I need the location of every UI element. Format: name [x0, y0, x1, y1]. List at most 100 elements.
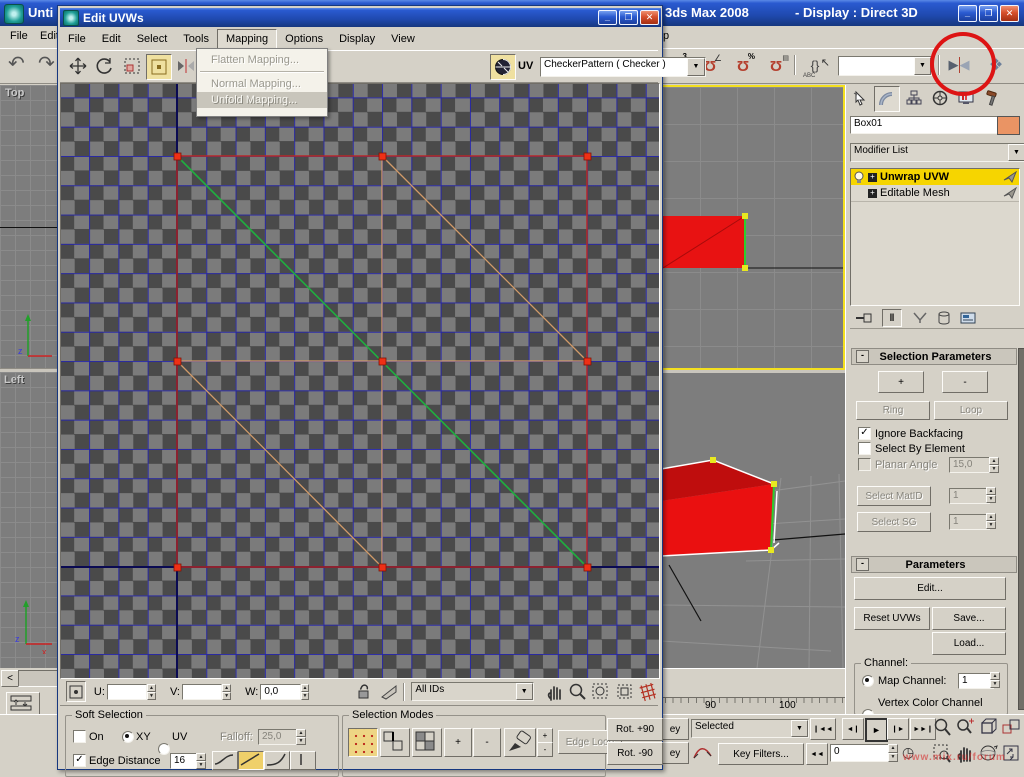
rotate-tool-icon[interactable] [92, 54, 116, 78]
all-ids-dropdown[interactable]: All IDs ▼ [411, 682, 533, 701]
menu-options[interactable]: Options [277, 30, 331, 48]
rotate-plus90-button[interactable]: Rot. +90 [607, 718, 663, 741]
face-mode-icon[interactable] [412, 728, 442, 757]
falloff-field[interactable]: 25,0 [258, 729, 300, 745]
planar-angle-spinner[interactable]: ▲▼ [989, 457, 999, 473]
zoom-icon[interactable] [567, 682, 587, 702]
frame-spinner[interactable]: ▲▼ [888, 744, 898, 762]
vertex-mode-icon[interactable] [348, 728, 378, 757]
mirror-selected-icon[interactable] [174, 54, 198, 78]
undo-icon[interactable]: ↶ [8, 51, 25, 76]
edge-distance-spinner[interactable]: ▲▼ [196, 753, 206, 768]
u-spinner[interactable]: ▲▼ [147, 684, 156, 700]
paint-size-minus-button[interactable]: - [537, 742, 553, 757]
edit-uvws-titlebar[interactable]: Edit UVWs _ ❐ ✕ [60, 8, 661, 27]
planar-angle-checkbox[interactable] [858, 458, 871, 471]
uv-wireframe[interactable] [61, 84, 659, 678]
main-close-button[interactable]: ✕ [1000, 5, 1019, 22]
filter-selected-faces-icon[interactable] [380, 683, 398, 701]
load-uvws-button[interactable]: Load... [932, 632, 1006, 655]
spinner-snap-icon[interactable]: Ω▤ [764, 53, 788, 77]
all-ids-arrow[interactable]: ▼ [516, 683, 533, 700]
planar-angle-field[interactable]: 15,0 [949, 457, 993, 473]
falloff-curve-linear-icon[interactable] [238, 751, 264, 770]
expand-selection-button[interactable]: + [444, 728, 472, 757]
named-selection-dropdown-arrow[interactable]: ▼ [914, 57, 931, 75]
menu-item-normal-mapping[interactable]: Normal Mapping... [197, 76, 327, 92]
modifier-pin-icon[interactable] [1003, 187, 1017, 199]
tab-utilities-icon[interactable] [980, 86, 1004, 110]
ignore-backfacing-checkbox[interactable]: ✓ [858, 427, 871, 440]
w-field[interactable]: 0,0 [260, 684, 300, 700]
show-map-icon[interactable] [490, 54, 516, 80]
menu-edit[interactable]: Edit [94, 30, 129, 48]
absolute-mode-icon[interactable] [66, 681, 86, 702]
viewport-top-label[interactable]: Top [5, 87, 24, 99]
rollout-parameters[interactable]: - Parameters [851, 556, 1017, 573]
select-matid-button[interactable]: Select MatID [857, 486, 931, 506]
uvws-minimize-button[interactable]: _ [598, 10, 617, 25]
redo-icon[interactable]: ↷ [38, 51, 55, 76]
stack-item-label[interactable]: Unwrap UVW [880, 171, 949, 183]
menu-select[interactable]: Select [129, 30, 176, 48]
timeline-scroll-left-button[interactable]: < [1, 670, 19, 687]
play-button[interactable]: ► [865, 718, 888, 742]
loop-button[interactable]: Loop [934, 401, 1008, 420]
timeline-scroll-track[interactable] [18, 670, 58, 687]
uv-radio[interactable] [158, 743, 170, 755]
menu-item-flatten-mapping[interactable]: Flatten Mapping... [197, 52, 327, 68]
collapse-icon[interactable]: - [856, 558, 869, 571]
menu-tools[interactable]: Tools [175, 30, 217, 48]
main-minimize-button[interactable]: _ [958, 5, 977, 22]
matid-spinner[interactable]: ▲▼ [986, 487, 996, 503]
sg-spinner[interactable]: ▲▼ [986, 513, 996, 529]
map-channel-field[interactable]: 1 [958, 673, 994, 689]
set-key-button[interactable]: ey [661, 742, 689, 764]
freeform-mode-icon[interactable] [146, 54, 172, 80]
w-spinner[interactable]: ▲▼ [301, 684, 310, 700]
grow-selection-button[interactable]: + [878, 371, 924, 393]
collapse-icon[interactable]: - [856, 350, 869, 363]
soft-selection-on-checkbox[interactable] [73, 730, 86, 743]
object-color-swatch[interactable] [997, 116, 1020, 135]
v-field[interactable] [182, 684, 222, 700]
rollout-selection-parameters[interactable]: - Selection Parameters [851, 348, 1017, 365]
xy-radio[interactable] [122, 731, 134, 743]
stack-row-editable-mesh[interactable]: + Editable Mesh [851, 185, 1019, 202]
texture-list-dropdown[interactable]: CheckerPattern ( Checker ) ▼ [540, 57, 706, 77]
edit-uvws-open-button[interactable]: Edit... [854, 577, 1006, 600]
viewport-front-active[interactable] [661, 85, 845, 370]
show-end-result-icon[interactable]: ‖ [882, 309, 902, 327]
main-menu-file[interactable]: File [2, 27, 36, 45]
zoom-all-icon[interactable] [955, 717, 975, 739]
make-unique-icon[interactable] [912, 312, 928, 324]
named-selection-sets-icon[interactable]: {} ABC ↖ [800, 53, 830, 77]
map-channel-radio[interactable] [862, 675, 874, 687]
menu-view[interactable]: View [383, 30, 423, 48]
tab-create-icon[interactable] [848, 86, 872, 110]
key-selection-dropdown[interactable]: Selected ▼ [691, 719, 809, 738]
move-tool-icon[interactable] [66, 54, 90, 78]
percent-snap-icon[interactable]: Ω% [731, 53, 755, 77]
named-selection-dropdown[interactable]: ▼ [838, 56, 932, 76]
uv-space-label[interactable]: UV [518, 60, 533, 72]
key-filters-button[interactable]: Key Filters... [718, 743, 804, 765]
shrink-selection-button[interactable]: - [942, 371, 988, 393]
mini-curve-editor-button[interactable] [6, 692, 40, 716]
remove-modifier-icon[interactable] [938, 311, 950, 325]
edge-mode-icon[interactable] [380, 728, 410, 757]
select-by-element-checkbox[interactable] [858, 442, 871, 455]
expand-icon[interactable]: + [868, 189, 877, 198]
key-selection-arrow[interactable]: ▼ [791, 720, 808, 737]
zoom-extents-icon[interactable] [978, 717, 998, 739]
menu-display[interactable]: Display [331, 30, 383, 48]
select-sg-button[interactable]: Select SG [857, 512, 931, 532]
modifier-list-arrow[interactable]: ▼ [1008, 144, 1024, 161]
stack-row-unwrap[interactable]: + Unwrap UVW [851, 169, 1019, 185]
uvws-close-button[interactable]: ✕ [640, 10, 659, 25]
zoom-icon[interactable] [932, 717, 952, 739]
uvws-maximize-button[interactable]: ❐ [619, 10, 638, 25]
ring-button[interactable]: Ring [856, 401, 930, 420]
auto-key-button[interactable]: ey [661, 718, 689, 740]
current-frame-field[interactable]: 0 [830, 744, 890, 762]
